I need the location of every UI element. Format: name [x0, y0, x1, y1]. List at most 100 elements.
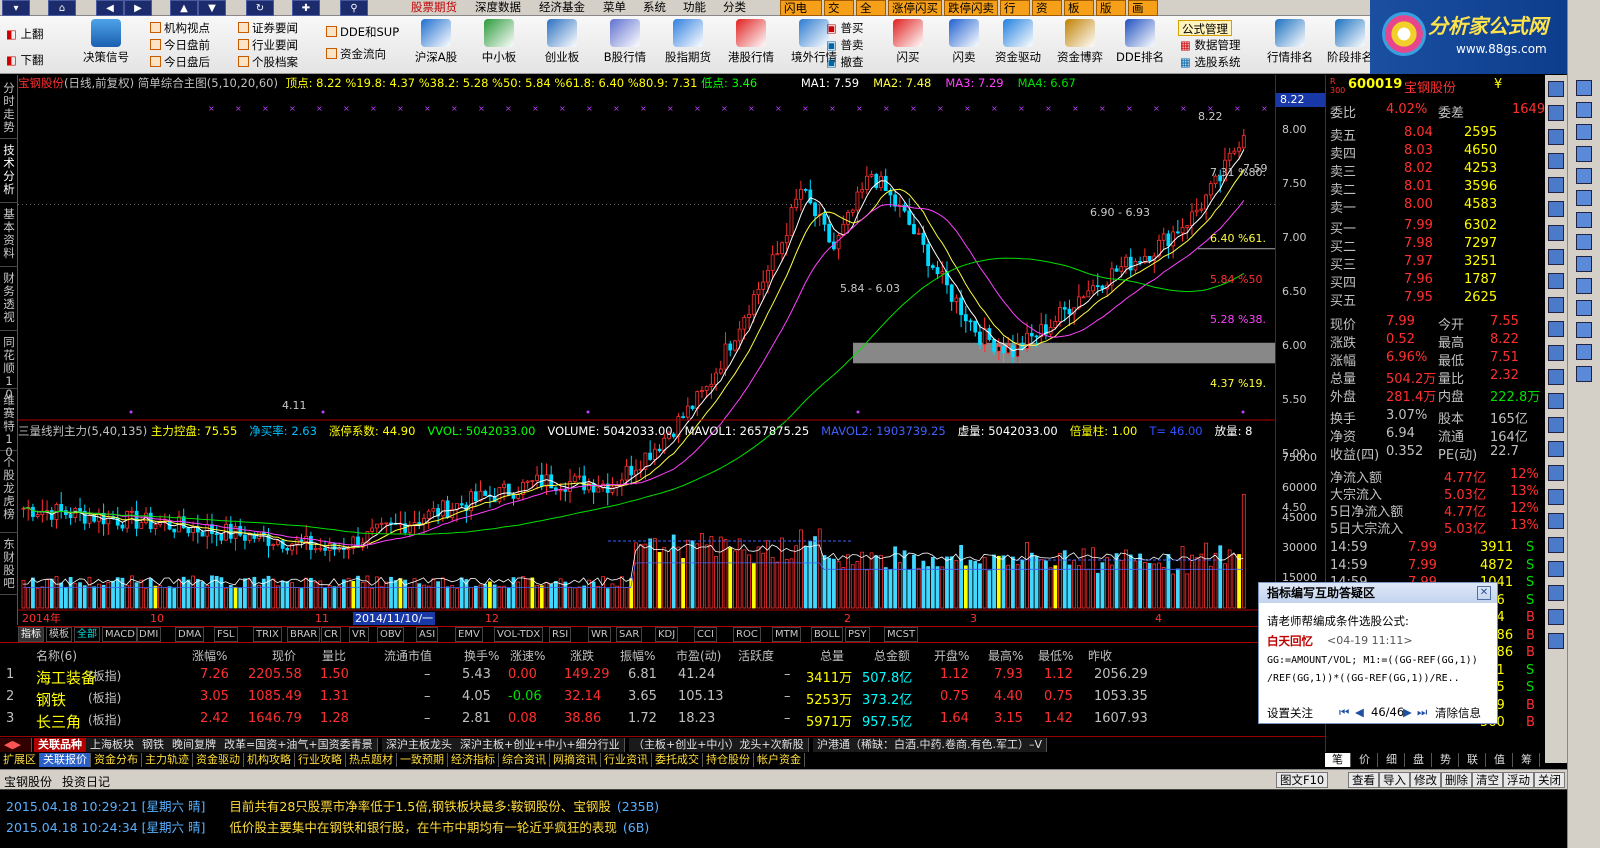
indicator-tab[interactable]: CCI [694, 627, 717, 642]
indicator-tab[interactable]: MCST [884, 627, 919, 642]
sub-tab[interactable]: 帐户资金 [754, 753, 805, 767]
side-nav-icon[interactable] [1576, 168, 1592, 184]
menu-quick-item[interactable]: 画线 [1128, 0, 1158, 30]
indicator-tab[interactable]: PSY [845, 627, 870, 642]
sub-tab[interactable]: 综合资讯 [499, 753, 550, 767]
table-header[interactable]: 涨跌 [570, 647, 594, 664]
menu-item[interactable]: 菜单 [600, 0, 629, 16]
sub-tab[interactable]: 资金驱动 [193, 753, 244, 767]
tab-nav-arrows[interactable]: ◀▶ [0, 738, 32, 752]
indicator-tab[interactable]: ROC [733, 627, 761, 642]
table-header[interactable]: 总量 [820, 647, 844, 664]
status-button[interactable]: 删除 [1441, 772, 1472, 788]
table-header[interactable]: 涨速% [510, 647, 545, 664]
cancel-order-button[interactable]: ▣ 撤查 [826, 54, 864, 70]
pager-first-icon[interactable]: ⏮ [1339, 705, 1349, 720]
table-header[interactable]: 振幅% [620, 647, 655, 664]
sub-tab[interactable]: 行业资讯 [601, 753, 652, 767]
indicator-tab[interactable]: SAR [616, 627, 643, 642]
follow-setting-link[interactable]: 设置关注 [1267, 705, 1313, 721]
side-tool-icon[interactable] [1548, 105, 1564, 121]
status-button[interactable]: 关闭 [1534, 772, 1565, 788]
table-row[interactable]: 3 长三角 (板指) 2.42 1646.79 1.28 – 2.81 0.08 38.86 1.7… [0, 709, 1325, 731]
trade-button[interactable]: 闪卖 [934, 18, 994, 72]
left-tab[interactable]: 东财股吧 [0, 535, 18, 595]
data-manage-button[interactable]: ▦ 数据管理 [1180, 37, 1241, 53]
side-tool-icon[interactable] [1548, 321, 1564, 337]
table-header[interactable]: 现价 [272, 647, 296, 664]
bottom-tab[interactable]: 晚间复牌 [168, 738, 221, 752]
quote-tab[interactable]: 盘 [1406, 753, 1432, 767]
investment-diary-link[interactable]: 投资日记 [62, 773, 110, 790]
indicator-tab[interactable]: TRIX [253, 627, 282, 642]
rank-button[interactable]: 行情排名 [1260, 18, 1320, 72]
order-book-row[interactable]: 买三 7.97 3251 [1326, 254, 1546, 273]
stock-select-button[interactable]: ▦ 选股系统 [1180, 54, 1241, 70]
side-tool-icon[interactable] [1548, 369, 1564, 385]
side-tool-icon[interactable] [1548, 513, 1564, 529]
side-nav-icon[interactable] [1576, 102, 1592, 118]
left-tab[interactable]: 技术分析 [0, 141, 18, 203]
market-button[interactable]: 中小板 [469, 18, 529, 72]
bottom-tab[interactable]: 钢铁 [138, 738, 169, 752]
normal-sell-button[interactable]: ▣ 普卖 [826, 37, 864, 53]
sub-tab[interactable]: 经济指标 [448, 753, 499, 767]
side-nav-icon[interactable] [1576, 256, 1592, 272]
side-tool-icon[interactable] [1548, 225, 1564, 241]
side-tool-icon[interactable] [1548, 585, 1564, 601]
side-tool-icon[interactable] [1548, 561, 1564, 577]
forward-icon[interactable]: ▶ [124, 0, 152, 16]
toolbar-link[interactable]: DDE和SUP [326, 24, 399, 40]
order-book-row[interactable]: 买一 7.99 6302 [1326, 218, 1546, 237]
side-tool-icon[interactable] [1548, 249, 1564, 265]
quote-tab[interactable]: 价 [1352, 753, 1378, 767]
indicator-tab[interactable]: BRAR [287, 627, 321, 642]
trade-button[interactable]: DDE排名 [1110, 18, 1170, 72]
side-tool-icon[interactable] [1548, 201, 1564, 217]
order-book-row[interactable]: 买二 7.98 7297 [1326, 236, 1546, 255]
sub-tab[interactable]: 热点题材 [346, 753, 397, 767]
side-nav-icon[interactable] [1576, 366, 1592, 382]
status-button[interactable]: 清空 [1472, 772, 1503, 788]
side-tool-icon[interactable] [1548, 129, 1564, 145]
side-tool-icon[interactable] [1548, 417, 1564, 433]
side-tool-icon[interactable] [1548, 81, 1564, 97]
market-button[interactable]: 沪深A股 [406, 18, 466, 72]
order-book-row[interactable]: 卖四 8.03 4650 [1326, 143, 1546, 162]
market-button[interactable]: B股行情 [595, 18, 655, 72]
side-nav-icon[interactable] [1576, 124, 1592, 140]
toolbar-link[interactable]: 行业要闻 [238, 37, 298, 53]
menu-quick-item[interactable]: 版面 [1096, 0, 1126, 30]
side-tool-icon[interactable] [1548, 537, 1564, 553]
sub-tab[interactable]: 持仓股份 [703, 753, 754, 767]
search-icon[interactable]: ⚲ [340, 0, 368, 16]
left-tab[interactable]: 分时走势 [0, 79, 18, 139]
status-button[interactable]: 导入 [1379, 772, 1410, 788]
side-tool-icon[interactable] [1548, 177, 1564, 193]
side-nav-icon[interactable] [1576, 80, 1592, 96]
toolbar-link[interactable]: 资金流向 [326, 46, 386, 62]
back-icon[interactable]: ◀ [96, 0, 124, 16]
left-tab[interactable]: 基本资料 [0, 205, 18, 267]
menu-quick-item[interactable]: 交易 [824, 0, 854, 30]
side-tool-icon[interactable] [1548, 441, 1564, 457]
indicator-tab[interactable]: RSI [549, 627, 572, 642]
indicator-tab[interactable]: OBV [377, 627, 405, 642]
order-book-row[interactable]: 买四 7.96 1787 [1326, 272, 1546, 291]
table-row[interactable]: 1 海工装备 (板指) 7.26 2205.58 1.50 – 5.43 0.00 149.29 6… [0, 665, 1325, 687]
menu-quick-item[interactable]: 涨停闪买 [888, 0, 942, 16]
toolbar-link[interactable]: 今日盘前 [150, 37, 210, 53]
pager-next-icon[interactable]: ▶ [1403, 705, 1412, 719]
table-header[interactable]: 换手% [464, 647, 499, 664]
side-nav-icon[interactable] [1576, 300, 1592, 316]
sub-tab[interactable]: 网摘资讯 [550, 753, 601, 767]
indicator-tab[interactable]: KDJ [655, 627, 679, 642]
menu-quick-item[interactable]: 行情 [1000, 0, 1030, 30]
table-header[interactable]: 涨幅% [192, 647, 227, 664]
menu-quick-item[interactable]: 资讯 [1032, 0, 1062, 30]
side-tool-icon[interactable] [1548, 465, 1564, 481]
sub-tab[interactable]: 一致预期 [397, 753, 448, 767]
f10-button[interactable]: 图文F10 [1276, 772, 1329, 788]
table-header[interactable]: 昨收 [1088, 647, 1112, 664]
toolbar-link[interactable]: 机构视点 [150, 20, 210, 36]
